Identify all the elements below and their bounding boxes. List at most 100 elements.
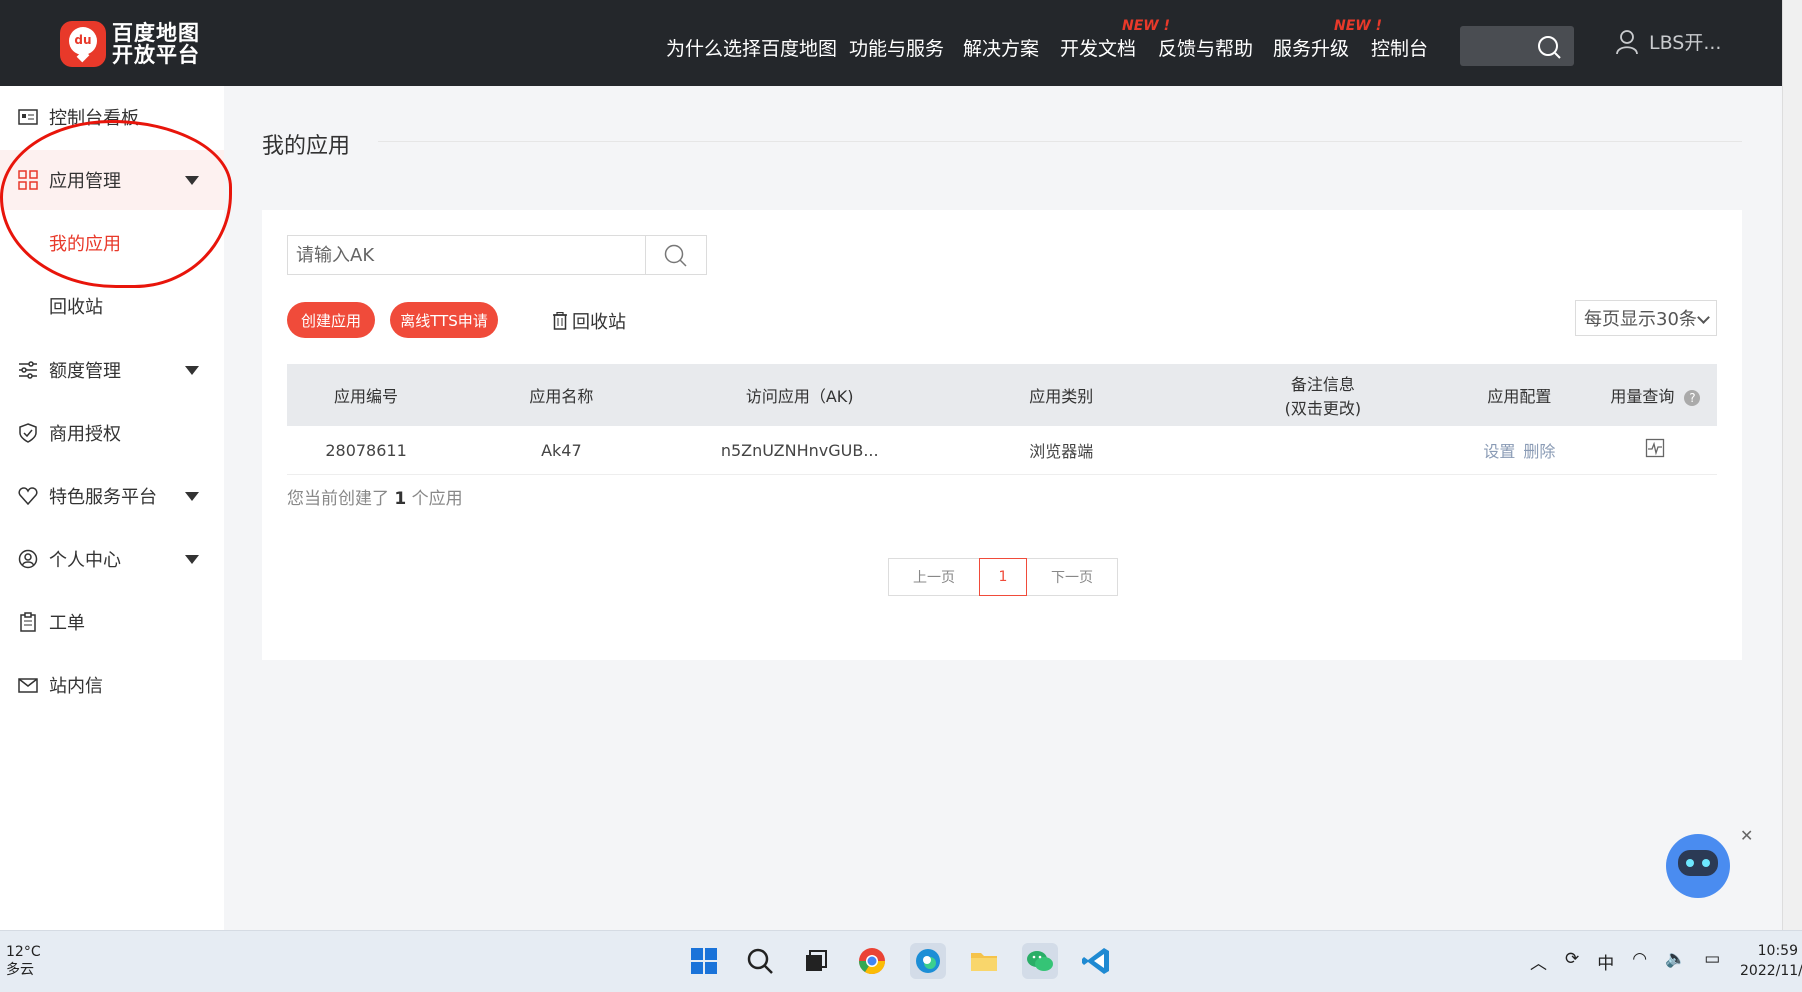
ime-indicator[interactable]: 中 [1597,949,1614,974]
cell-note[interactable] [1200,426,1445,475]
settings-link[interactable]: 设置 [1483,442,1515,461]
page-scrollbar[interactable] [1782,0,1802,930]
col-header-app-name: 应用名称 [445,364,678,426]
chevron-down-icon [185,175,199,185]
sliders-icon [19,361,37,379]
sidebar-item-tickets[interactable]: 工单 [0,595,224,649]
ak-search-button[interactable] [645,236,706,274]
cell-ak[interactable]: n5ZnUZNHnvGUB... [677,426,922,475]
usage-chart-icon[interactable] [1645,438,1665,458]
apps-card: 创建应用 离线TTS申请 回收站 每页显示30条 应用编号 应用名称 访问应用（… [262,210,1742,660]
page-title: 我的应用 [262,134,351,159]
cell-config: 设置 删除 [1444,426,1594,475]
vscode-icon[interactable] [1078,943,1114,979]
table-header-row: 应用编号 应用名称 访问应用（AK) 应用类别 备注信息 (双击更改) 应用配置… [287,364,1717,426]
title-divider [378,141,1742,142]
close-icon[interactable]: ✕ [1740,826,1753,845]
col-header-category: 应用类别 [921,364,1201,426]
dashboard-icon [18,109,38,125]
volume-icon[interactable]: 🔈 [1665,949,1686,974]
user-name: LBS开... [1649,32,1722,54]
battery-icon[interactable]: ▭ [1704,949,1720,974]
edge-icon[interactable] [910,943,946,979]
baidu-map-logo[interactable]: du 百度地图 开放平台 [60,20,200,68]
col-header-app-id: 应用编号 [287,364,446,426]
weather-widget[interactable]: 12°C 多云 [6,943,41,979]
shield-icon [19,423,37,443]
recycle-bin-link[interactable]: 回收站 [552,308,626,334]
chevron-down-icon [185,554,199,564]
logo-text: 百度地图 开放平台 [112,21,200,67]
chrome-icon[interactable] [854,943,890,979]
cell-category: 浏览器端 [921,426,1201,475]
wechat-icon[interactable] [1022,943,1058,979]
task-view-icon[interactable] [798,943,834,979]
create-app-button[interactable]: 创建应用 [287,302,375,338]
ak-search-input[interactable] [294,244,638,267]
nav-why-baidu-map[interactable]: 为什么选择百度地图 [666,34,837,61]
user-menu[interactable]: LBS开... [1615,28,1721,55]
clipboard-icon [20,612,36,632]
col-header-config: 应用配置 [1444,364,1594,426]
prev-page-button[interactable]: 上一页 [889,559,979,595]
sidebar-item-special-services[interactable]: 特色服务平台 [0,469,224,523]
nav-solutions[interactable]: 解决方案 [963,34,1039,61]
next-page-button[interactable]: 下一页 [1027,559,1117,595]
sidebar-item-dashboard[interactable]: 控制台看板 [0,90,224,144]
chevron-down-icon [185,365,199,375]
search-icon [664,244,687,267]
nav-service-upgrade[interactable]: 服务升级 [1273,34,1349,61]
assistant-robot-icon[interactable]: ✕ [1666,826,1753,898]
table-row: 28078611 Ak47 n5ZnUZNHnvGUB... 浏览器端 设置 删除 [287,426,1717,475]
top-navbar: du 百度地图 开放平台 为什么选择百度地图 功能与服务 解决方案 开发文档 N… [0,0,1782,86]
windows-start-icon[interactable] [686,943,722,979]
sidebar-item-messages[interactable]: 站内信 [0,658,224,712]
help-icon[interactable]: ? [1684,389,1701,406]
search-icon[interactable] [1536,34,1562,60]
trash-icon [553,312,567,330]
chevron-up-icon[interactable]: ︿ [1530,949,1547,974]
per-page-select[interactable]: 每页显示30条 [1575,300,1717,336]
delete-link[interactable]: 删除 [1523,442,1555,461]
search-icon[interactable] [742,943,778,979]
user-icon [1616,29,1638,54]
new-badge: NEW ! [1334,18,1382,34]
app-count-summary: 您当前创建了 1 个应用 [287,489,463,509]
cell-app-id: 28078611 [287,426,446,475]
offline-tts-apply-button[interactable]: 离线TTS申请 [390,302,498,338]
cell-usage [1593,426,1717,475]
nav-features[interactable]: 功能与服务 [849,34,944,61]
file-explorer-icon[interactable] [966,943,1002,979]
sidebar-item-app-management[interactable]: 应用管理 [0,150,224,210]
chevron-down-icon [185,491,199,501]
user-circle-icon [18,549,38,569]
col-header-note: 备注信息 (双击更改) [1200,364,1445,426]
taskbar-clock[interactable]: 10:59 2022/11/2 [1740,941,1802,981]
logo-badge-icon: du [60,21,106,67]
apps-table: 应用编号 应用名称 访问应用（AK) 应用类别 备注信息 (双击更改) 应用配置… [287,364,1717,475]
windows-taskbar: 12°C 多云 ︿ ⟳ 中 ◠ 🔈 ▭ 10:59 2022/11 [0,930,1802,992]
taskbar-apps [686,943,1114,979]
nav-feedback-help[interactable]: 反馈与帮助 [1158,34,1253,61]
ak-search-box [287,235,707,275]
system-tray: ︿ ⟳ 中 ◠ 🔈 ▭ [1530,949,1720,974]
heart-icon [18,487,38,506]
nav-console[interactable]: 控制台 [1371,34,1428,61]
col-header-ak: 访问应用（AK) [677,364,922,426]
sidebar: 控制台看板 应用管理 我的应用 回收站 额度管理 商用授权 特色服务平台 个人中… [0,86,224,930]
grid-icon [18,170,38,190]
sidebar-item-recycle-bin[interactable]: 回收站 [0,279,224,333]
sidebar-item-my-apps[interactable]: 我的应用 [0,216,224,270]
page-number-current[interactable]: 1 [979,558,1027,596]
wifi-icon[interactable]: ◠ [1632,949,1647,974]
new-badge: NEW ! [1122,18,1170,34]
mail-icon [18,678,38,693]
chevron-down-icon [1697,311,1710,324]
sidebar-item-personal-center[interactable]: 个人中心 [0,532,224,586]
nav-dev-docs[interactable]: 开发文档 [1060,34,1136,61]
nav-search-box[interactable] [1460,26,1574,66]
sidebar-item-quota[interactable]: 额度管理 [0,343,224,397]
sidebar-item-commercial-license[interactable]: 商用授权 [0,406,224,460]
sync-icon[interactable]: ⟳ [1565,949,1579,974]
col-header-usage: 用量查询? [1593,364,1717,426]
